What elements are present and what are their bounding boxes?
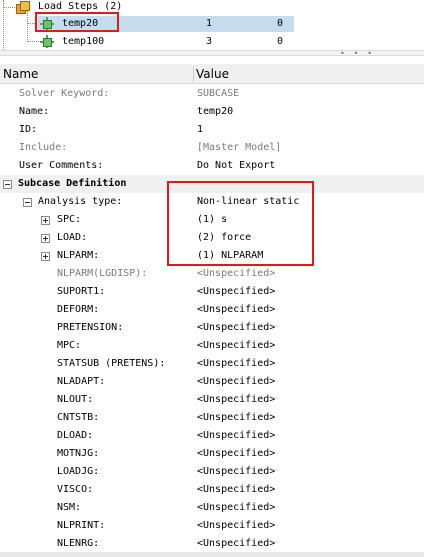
expand-icon[interactable] bbox=[41, 234, 50, 243]
prop-value[interactable]: <Unspecified> bbox=[197, 499, 275, 517]
property-grid-header: Name Value bbox=[0, 64, 424, 84]
tree-item-col1: 3 bbox=[206, 36, 213, 47]
tree-item-temp100[interactable]: temp100 3 0 bbox=[38, 33, 294, 50]
prop-label: Solver Keyword: bbox=[19, 88, 110, 99]
prop-label: DLOAD: bbox=[57, 430, 94, 441]
prop-row-cntstb[interactable]: CNTSTB: <Unspecified> bbox=[0, 409, 424, 427]
tree-item-col1: 1 bbox=[206, 18, 213, 29]
prop-row-nlout[interactable]: NLOUT: <Unspecified> bbox=[0, 391, 424, 409]
tree-item-name: temp100 bbox=[62, 36, 105, 47]
prop-row-nlprint[interactable]: NLPRINT: <Unspecified> bbox=[0, 517, 424, 535]
prop-label: SPC: bbox=[57, 214, 82, 225]
prop-row-id[interactable]: ID: 1 bbox=[0, 121, 424, 139]
prop-value: [Master Model] bbox=[197, 142, 282, 153]
annotation-box-loadcase-values bbox=[167, 181, 314, 266]
prop-row-solver-keyword[interactable]: Solver Keyword: SUBCASE bbox=[0, 85, 424, 103]
prop-row-deform[interactable]: DEFORM: <Unspecified> bbox=[0, 301, 424, 319]
prop-value: <Unspecified> bbox=[197, 268, 276, 279]
prop-label: NSM: bbox=[57, 502, 82, 513]
prop-label: Analysis type: bbox=[38, 196, 123, 207]
prop-label: PRETENSION: bbox=[57, 322, 124, 333]
tree-guide-line bbox=[27, 10, 28, 42]
prop-label: NLPRINT: bbox=[57, 520, 106, 531]
prop-value[interactable]: <Unspecified> bbox=[197, 427, 275, 445]
prop-row-loadjg[interactable]: LOADJG: <Unspecified> bbox=[0, 463, 424, 481]
prop-row-statsub-pretens[interactable]: STATSUB (PRETENS): <Unspecified> bbox=[0, 355, 424, 373]
prop-label: STATSUB (PRETENS): bbox=[57, 358, 166, 369]
prop-label: VISCO: bbox=[57, 484, 94, 495]
prop-row-pretension[interactable]: PRETENSION: <Unspecified> bbox=[0, 319, 424, 337]
prop-label: Name: bbox=[19, 106, 50, 117]
prop-label: LOADJG: bbox=[57, 466, 100, 477]
prop-label: NLPARM: bbox=[57, 250, 100, 261]
prop-label: NLENRG: bbox=[57, 538, 100, 549]
prop-value[interactable]: <Unspecified> bbox=[197, 481, 275, 499]
prop-value[interactable]: <Unspecified> bbox=[197, 283, 275, 301]
prop-row-nladapt[interactable]: NLADAPT: <Unspecified> bbox=[0, 373, 424, 391]
prop-value[interactable]: 1 bbox=[197, 121, 203, 139]
prop-row-name[interactable]: Name: temp20 bbox=[0, 103, 424, 121]
prop-label: ID: bbox=[19, 124, 38, 135]
prop-value: SUBCASE bbox=[197, 88, 240, 99]
tree-item-col2: 0 bbox=[277, 18, 284, 29]
prop-value[interactable]: <Unspecified> bbox=[197, 445, 275, 463]
prop-row-nlenrg[interactable]: NLENRG: <Unspecified> bbox=[0, 535, 424, 553]
prop-row-dload[interactable]: DLOAD: <Unspecified> bbox=[0, 427, 424, 445]
prop-label: NLOUT: bbox=[57, 394, 94, 405]
prop-value[interactable]: <Unspecified> bbox=[197, 463, 275, 481]
prop-row-include[interactable]: Include: [Master Model] bbox=[0, 139, 424, 157]
expand-icon[interactable] bbox=[41, 252, 50, 261]
value-column-header[interactable]: Value bbox=[196, 64, 229, 84]
section-label: Subcase Definition bbox=[18, 178, 127, 189]
prop-label: LOAD: bbox=[57, 232, 88, 243]
load-steps-icon bbox=[16, 1, 30, 14]
prop-label: SUPORT1: bbox=[57, 286, 106, 297]
prop-label: NLPARM(LGDISP): bbox=[57, 268, 148, 279]
bottom-edge bbox=[0, 552, 424, 557]
column-divider[interactable] bbox=[193, 66, 194, 82]
prop-value[interactable]: <Unspecified> bbox=[197, 355, 275, 373]
prop-value[interactable]: <Unspecified> bbox=[197, 337, 275, 355]
tree-item-col2: 0 bbox=[277, 36, 284, 47]
prop-value[interactable]: <Unspecified> bbox=[197, 373, 275, 391]
prop-label: MOTNJG: bbox=[57, 448, 100, 459]
prop-label: Include: bbox=[19, 142, 68, 153]
prop-value[interactable]: <Unspecified> bbox=[197, 535, 275, 553]
prop-label: User Comments: bbox=[19, 160, 104, 171]
prop-value[interactable]: <Unspecified> bbox=[197, 517, 275, 535]
load-steps-tree: Load Steps (2) temp20 1 0 temp100 3 0 bbox=[0, 0, 424, 50]
collapse-icon[interactable] bbox=[3, 180, 12, 189]
prop-value[interactable]: <Unspecified> bbox=[197, 409, 275, 427]
prop-value[interactable]: <Unspecified> bbox=[197, 391, 275, 409]
expand-icon[interactable] bbox=[41, 216, 50, 225]
prop-value[interactable]: <Unspecified> bbox=[197, 301, 275, 319]
prop-label: CNTSTB: bbox=[57, 412, 100, 423]
subcase-icon bbox=[40, 35, 54, 48]
prop-value[interactable]: <Unspecified> bbox=[197, 319, 275, 337]
prop-row-motnjg[interactable]: MOTNJG: <Unspecified> bbox=[0, 445, 424, 463]
prop-row-suport1[interactable]: SUPORT1: <Unspecified> bbox=[0, 283, 424, 301]
prop-value[interactable]: temp20 bbox=[197, 103, 233, 121]
prop-row-nlparm-lgdisp[interactable]: NLPARM(LGDISP): <Unspecified> bbox=[0, 265, 424, 283]
annotation-box-temp20 bbox=[35, 12, 119, 32]
collapse-icon[interactable] bbox=[23, 198, 32, 207]
tree-guide-line bbox=[3, 7, 15, 8]
prop-label: DEFORM: bbox=[57, 304, 100, 315]
prop-row-mpc[interactable]: MPC: <Unspecified> bbox=[0, 337, 424, 355]
prop-label: MPC: bbox=[57, 340, 82, 351]
prop-row-nsm[interactable]: NSM: <Unspecified> bbox=[0, 499, 424, 517]
prop-row-user-comments[interactable]: User Comments: Do Not Export bbox=[0, 157, 424, 175]
spacer bbox=[0, 56, 424, 64]
prop-row-visco[interactable]: VISCO: <Unspecified> bbox=[0, 481, 424, 499]
prop-value[interactable]: Do Not Export bbox=[197, 157, 275, 175]
prop-label: NLADAPT: bbox=[57, 376, 106, 387]
name-column-header[interactable]: Name bbox=[3, 64, 38, 84]
